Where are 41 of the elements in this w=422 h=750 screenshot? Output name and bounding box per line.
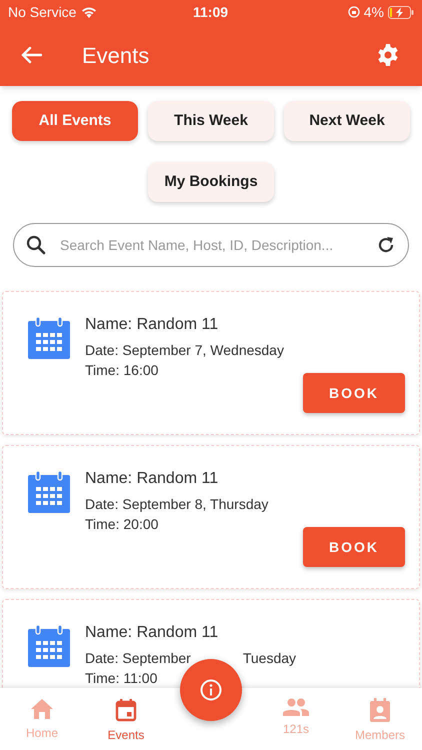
- battery-icon: [388, 6, 414, 18]
- page-title: Events: [82, 42, 150, 70]
- event-date: Date: September 8, Thursday: [85, 495, 268, 514]
- search-field[interactable]: Search Event Name, Host, ID, Description...: [60, 234, 376, 256]
- wifi-icon: [81, 6, 98, 18]
- search-bar[interactable]: Search Event Name, Host, ID, Description...: [13, 223, 409, 267]
- battery-percent: 4%: [364, 2, 384, 22]
- nav-tab[interactable]: Events: [84, 688, 168, 750]
- calendar-icon: [27, 316, 71, 360]
- event-time: Time: 16:00: [85, 361, 158, 380]
- event-date: Tuesday: [242, 649, 296, 668]
- clock-text: 11:09: [193, 2, 228, 22]
- settings-icon[interactable]: [376, 43, 400, 67]
- event-name: Name: Random 11: [85, 315, 218, 335]
- filter-tab[interactable]: This Week: [148, 101, 274, 141]
- nav-tab[interactable]: 121s: [254, 688, 338, 750]
- filter-tab[interactable]: Next Week: [284, 101, 410, 141]
- home-icon: [30, 698, 54, 720]
- id-badge-icon: [369, 698, 391, 722]
- back-arrow-icon[interactable]: [20, 46, 42, 64]
- calendar-icon: [27, 624, 71, 668]
- carrier-text: No Service: [8, 2, 76, 22]
- event-time: Time: 20:00: [85, 515, 158, 534]
- calendar-icon: [115, 698, 137, 722]
- filter-tab[interactable]: All Events: [12, 101, 138, 141]
- search-icon: [26, 235, 46, 255]
- event-date: Date: September: [85, 649, 191, 668]
- people-icon: [283, 698, 309, 716]
- event-time: Time: 11:00: [85, 669, 158, 688]
- filter-tab[interactable]: My Bookings: [148, 162, 274, 202]
- book-button[interactable]: BOOK: [303, 527, 405, 567]
- rotation-lock-icon: [348, 6, 360, 18]
- nav-tab[interactable]: Home: [0, 688, 84, 750]
- info-icon: [200, 679, 222, 701]
- nav-tab[interactable]: Members: [338, 688, 422, 750]
- refresh-icon[interactable]: [376, 235, 396, 255]
- event-name: Name: Random 11: [85, 469, 218, 489]
- event-name: Name: Random 11: [85, 623, 218, 643]
- book-button[interactable]: BOOK: [303, 373, 405, 413]
- event-date: Date: September 7, Wednesday: [85, 341, 284, 360]
- calendar-icon: [27, 470, 71, 514]
